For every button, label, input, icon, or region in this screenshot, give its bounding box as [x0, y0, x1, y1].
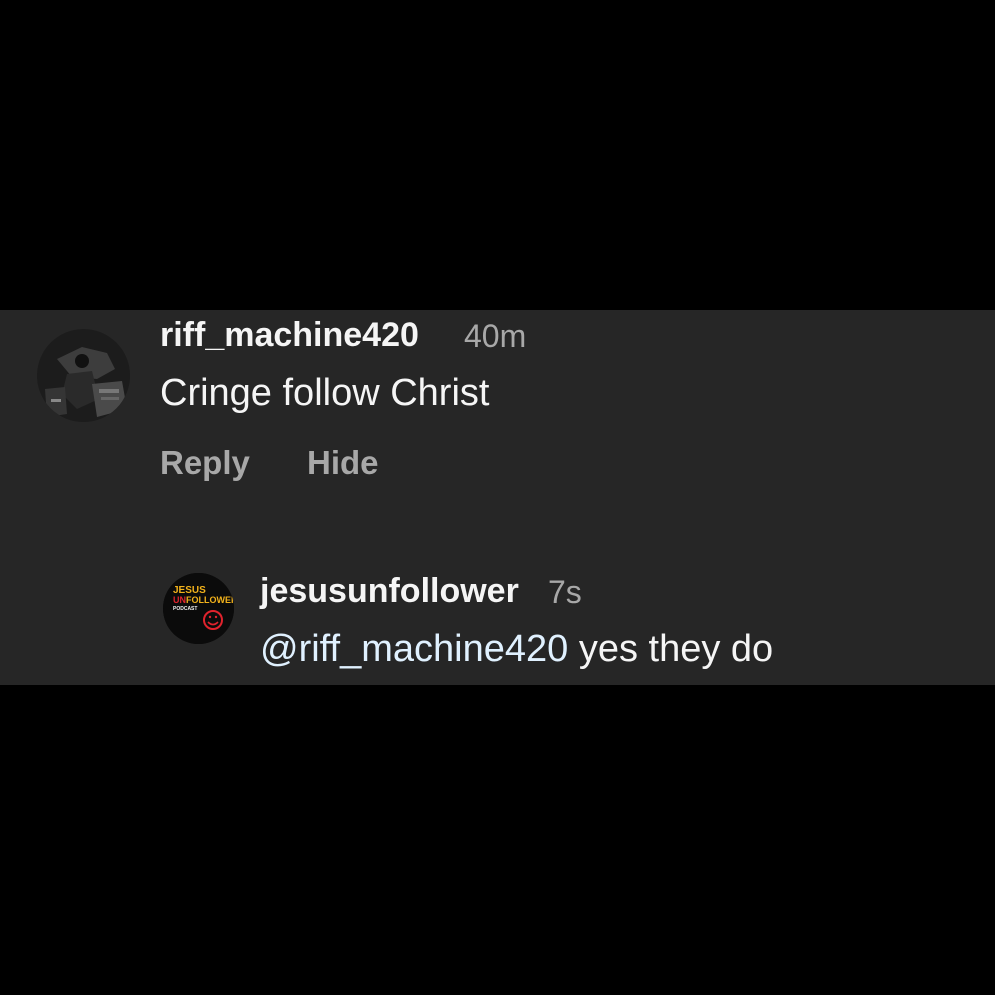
mention-link[interactable]: @riff_machine420 [260, 628, 568, 670]
logo-line2: UNFOLLOWER [173, 595, 234, 605]
reply-message: yes they do [568, 628, 774, 670]
comment-username[interactable]: riff_machine420 [160, 316, 419, 355]
page: riff_machine420 40m Cringe follow Christ… [0, 0, 995, 995]
reply-button[interactable]: Reply [160, 444, 250, 482]
jesus-unfollower-logo: JESUS UNFOLLOWER PODCAST [163, 573, 234, 644]
comment-timestamp: 40m [464, 318, 527, 354]
avatar-photo [37, 329, 130, 422]
comment-thread: riff_machine420 40m Cringe follow Christ… [0, 310, 995, 685]
hide-button[interactable]: Hide [307, 444, 379, 482]
svg-text:PODCAST: PODCAST [173, 606, 197, 612]
comment-text: Cringe follow Christ [160, 372, 490, 414]
avatar-jesusunfollower[interactable]: JESUS UNFOLLOWER PODCAST [163, 573, 234, 644]
reply-username[interactable]: jesusunfollower [260, 572, 519, 611]
reply-timestamp: 7s [548, 574, 582, 610]
avatar-riff-machine420[interactable] [37, 329, 130, 422]
reply-text: @riff_machine420 yes they do [260, 628, 773, 671]
